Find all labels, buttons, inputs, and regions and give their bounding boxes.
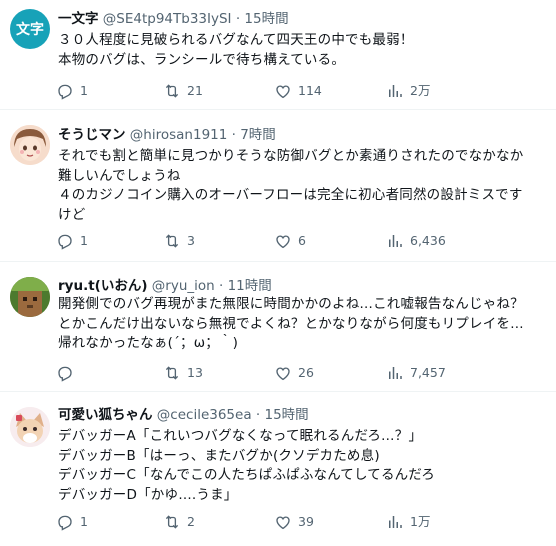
action-bar: 1 21 114 2万 [56, 81, 546, 101]
tweet-line: デバッガーB「はーっ、またバグか(クソデカため息) [58, 447, 380, 464]
avatar-image [10, 125, 50, 165]
views-button[interactable]: 6,436 [386, 231, 446, 251]
tweet-line: それでも割と簡単に見つかりそうな防御バグとか素通りされたのでなかなか [58, 148, 524, 164]
reply-count: 1 [80, 514, 88, 529]
tweet-line: ４のカジノコイン購入のオーバーフローは完全に初心者同然の設計ミスです [58, 187, 523, 203]
tweet-header: 可愛い狐ちゃん @cecile365ea · 15時間 [58, 405, 309, 425]
retweet-icon [165, 515, 179, 529]
views-button[interactable]: 7,457 [386, 363, 446, 383]
reply-button[interactable]: 1 [56, 231, 88, 251]
user-handle[interactable]: @SE4tp94Tb33IySI [103, 11, 232, 27]
user-handle[interactable]: @cecile365ea [157, 407, 252, 423]
tweet-header: 一文字 @SE4tp94Tb33IySI · 15時間 [58, 9, 289, 29]
tweet[interactable]: そうじマン @hirosan1911 · 7時間 それでも割と簡単に見つかりそう… [0, 116, 556, 262]
views-icon [389, 516, 402, 528]
like-icon [276, 235, 290, 249]
avatar[interactable] [10, 407, 50, 447]
reply-icon [58, 84, 72, 100]
like-button[interactable]: 26 [274, 363, 314, 383]
views-count: 6,436 [410, 233, 446, 248]
retweet-count: 21 [187, 83, 203, 98]
tweet-header: そうじマン @hirosan1911 · 7時間 [58, 125, 276, 145]
timestamp[interactable]: · 15時間 [236, 11, 289, 27]
display-name[interactable]: そうじマン [58, 127, 126, 143]
like-count: 39 [298, 514, 314, 529]
retweet-icon [165, 234, 179, 248]
retweet-count: 3 [187, 233, 195, 248]
reply-count: 1 [80, 83, 88, 98]
like-icon [276, 516, 290, 530]
tweet-line: デバッガーC「なんでこの人たちぱふぱふなんてしてるんだろ [58, 467, 435, 483]
reply-button[interactable]: 1 [56, 81, 88, 101]
like-button[interactable]: 39 [274, 512, 314, 532]
retweet-button[interactable]: 2 [163, 512, 195, 532]
tweet-line: デバッガーA「これいつバグなくなって眠れるんだろ…？」 [58, 428, 423, 444]
reply-icon [58, 515, 72, 531]
avatar-image [10, 407, 50, 447]
reply-button[interactable] [56, 363, 80, 383]
reply-icon [58, 366, 72, 382]
views-count: 1万 [410, 514, 431, 529]
like-icon [276, 85, 290, 99]
retweet-icon [165, 84, 179, 98]
like-icon [276, 367, 290, 381]
timestamp[interactable]: · 15時間 [256, 407, 309, 423]
reply-button[interactable]: 1 [56, 512, 88, 532]
views-icon [389, 235, 402, 247]
tweet-line: ３０人程度に見破られるバグなんて四天王の中でも最弱！ [58, 32, 414, 48]
tweet-line: 開発側でのバグ再現がまた無限に時間かかのよね…これ嘘報告なんじゃね？ [58, 296, 524, 312]
tweet-text: デバッガーA「これいつバグなくなって眠れるんだろ…？」 デバッガーB「はーっ、ま… [58, 427, 548, 505]
tweet-line: 本物のバグは、ランシールで待ち構えている。 [58, 51, 346, 68]
like-button[interactable]: 114 [274, 81, 322, 101]
tweet-header: ryu.t(いおん) @ryu_ion · 11時間 [58, 276, 272, 296]
user-handle[interactable]: @hirosan1911 [130, 127, 228, 143]
retweet-count: 2 [187, 514, 195, 529]
timestamp[interactable]: · 7時間 [232, 127, 276, 143]
reply-count: 1 [80, 233, 88, 248]
tweet-line: とかこんだけ出ないなら無視でよくね？とかなりながら何度もリプレイを… [58, 315, 524, 332]
like-count: 6 [298, 233, 306, 248]
tweet-line: 難しいんでしょうね [58, 167, 181, 184]
timestamp[interactable]: · 11時間 [219, 278, 272, 294]
action-bar: 1 3 6 6,436 [56, 231, 546, 251]
like-button[interactable]: 6 [274, 231, 306, 251]
retweet-count: 13 [187, 365, 203, 380]
reply-icon [58, 234, 72, 250]
display-name[interactable]: 可愛い狐ちゃん [58, 407, 153, 423]
avatar[interactable]: 文字 [10, 9, 50, 49]
tweet-line: 帰れなかったなぁ(´；ω；｀) [58, 335, 239, 351]
avatar[interactable] [10, 125, 50, 165]
views-button[interactable]: 1万 [386, 512, 430, 532]
retweet-button[interactable]: 3 [163, 231, 195, 251]
views-count: 7,457 [410, 365, 446, 380]
like-count: 114 [298, 83, 322, 98]
like-count: 26 [298, 365, 314, 380]
avatar-image [10, 277, 50, 317]
tweet-line: デバッガーD「かゆ….うま」 [58, 486, 238, 503]
tweet-line: けど [58, 206, 86, 223]
tweet[interactable]: 可愛い狐ちゃん @cecile365ea · 15時間 デバッガーA「これいつバ… [0, 398, 556, 546]
action-bar: 13 26 7,457 [56, 363, 546, 383]
tweet[interactable]: ryu.t(いおん) @ryu_ion · 11時間 開発側でのバグ再現がまた無… [0, 268, 556, 392]
views-icon [389, 367, 402, 379]
avatar[interactable] [10, 277, 50, 317]
views-button[interactable]: 2万 [386, 81, 430, 101]
retweet-button[interactable]: 21 [163, 81, 203, 101]
views-icon [389, 85, 402, 97]
views-count: 2万 [410, 83, 431, 98]
tweet-text: 開発側でのバグ再現がまた無限に時間かかのよね…これ嘘報告なんじゃね？ とかこんだ… [58, 295, 548, 354]
user-handle[interactable]: @ryu_ion [152, 278, 215, 294]
retweet-button[interactable]: 13 [163, 363, 203, 383]
reply-feed: 文字 一文字 @SE4tp94Tb33IySI · 15時間 ３０人程度に見破ら… [0, 0, 556, 546]
display-name[interactable]: 一文字 [58, 11, 99, 27]
display-name[interactable]: ryu.t(いおん) [58, 278, 148, 294]
action-bar: 1 2 39 1万 [56, 512, 546, 532]
retweet-icon [165, 366, 179, 380]
tweet-text: ３０人程度に見破られるバグなんて四天王の中でも最弱！ 本物のバグは、ランシールで… [58, 31, 548, 70]
tweet[interactable]: 文字 一文字 @SE4tp94Tb33IySI · 15時間 ３０人程度に見破ら… [0, 0, 556, 110]
avatar-text: 文字 [16, 22, 44, 38]
tweet-text: それでも割と簡単に見つかりそうな防御バグとか素通りされたのでなかなか 難しいんで… [58, 147, 548, 225]
